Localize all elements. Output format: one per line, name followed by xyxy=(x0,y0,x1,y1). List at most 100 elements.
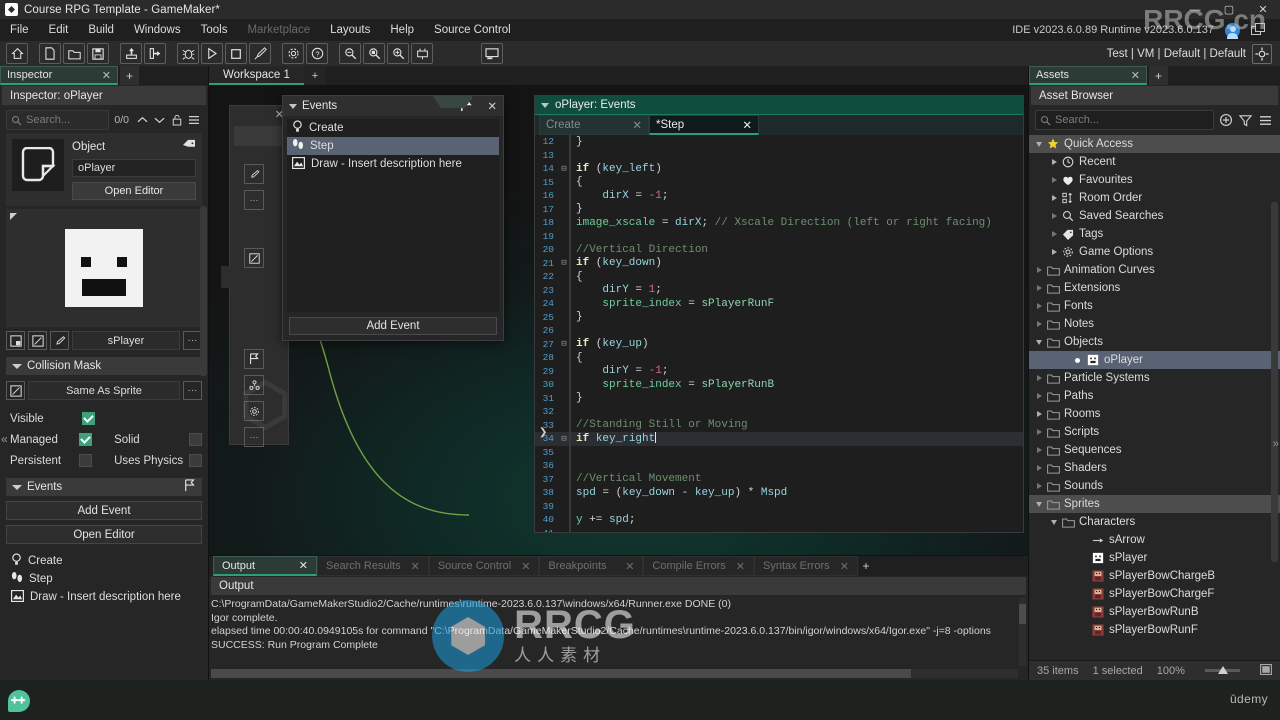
chevron-right-icon[interactable] xyxy=(1033,267,1045,273)
code-line[interactable]: 19 xyxy=(535,229,1023,243)
close-icon[interactable]: ✕ xyxy=(830,560,849,573)
sprite-name-field[interactable]: sPlayer xyxy=(72,331,180,350)
code-line[interactable]: 36 xyxy=(535,459,1023,473)
assets-zoom-knob[interactable] xyxy=(1218,666,1229,674)
asset-tree-item-notes[interactable]: Notes xyxy=(1029,315,1280,333)
chevron-down-icon[interactable] xyxy=(1033,501,1045,507)
output-vertical-scroll-thumb[interactable] xyxy=(1019,604,1026,624)
target-manager-icon[interactable] xyxy=(1252,43,1272,64)
asset-tree-item-paths[interactable]: Paths xyxy=(1029,387,1280,405)
asset-tree-item-recent[interactable]: Recent xyxy=(1029,153,1280,171)
asset-tree-item-objects[interactable]: Objects xyxy=(1029,333,1280,351)
collapse-inspector-icon[interactable]: « xyxy=(1,432,8,446)
output-tab-output[interactable]: Output ✕ xyxy=(213,556,317,576)
chevron-down-icon[interactable] xyxy=(1033,141,1045,147)
code-line[interactable]: 17} xyxy=(535,202,1023,216)
events-section-header[interactable]: Events xyxy=(6,478,202,496)
help-icon[interactable]: ? xyxy=(306,43,328,64)
code-line[interactable]: 28 { xyxy=(535,351,1023,365)
asset-tree-item-extensions[interactable]: Extensions xyxy=(1029,279,1280,297)
close-icon[interactable]: ✕ xyxy=(742,118,752,132)
assets-zoom-slider[interactable] xyxy=(1204,666,1240,674)
inspector-search-input[interactable]: Search... xyxy=(6,110,110,130)
code-line[interactable]: 15 { xyxy=(535,175,1023,189)
asset-tree-item-game-options[interactable]: Game Options xyxy=(1029,243,1280,261)
account-avatar-icon[interactable] xyxy=(1225,23,1240,39)
save-icon[interactable] xyxy=(87,43,109,64)
code-fold-toggle-icon[interactable]: ⊟ xyxy=(559,258,569,268)
gamemaker-taskbar-icon[interactable] xyxy=(8,690,30,712)
tab-create-event[interactable]: Create ✕ xyxy=(539,115,649,135)
close-icon[interactable]: ✕ xyxy=(401,560,420,573)
flag-physics-checkbox[interactable] xyxy=(189,454,202,467)
list-item[interactable]: Draw - Insert description here xyxy=(6,588,202,606)
debug-icon[interactable] xyxy=(177,43,199,64)
collision-mask-header[interactable]: Collision Mask xyxy=(6,357,202,375)
chevron-right-icon[interactable] xyxy=(1033,303,1045,309)
code-line[interactable]: 24 sprite_index = sPlayerRunF xyxy=(535,297,1023,311)
flag-icon[interactable] xyxy=(184,479,196,495)
chevron-right-icon[interactable] xyxy=(1048,195,1060,201)
code-line[interactable]: 13 xyxy=(535,148,1023,162)
code-line[interactable]: 35 xyxy=(535,445,1023,459)
add-asset-icon[interactable] xyxy=(1217,111,1234,129)
asset-tree-item-splayerbowchargef[interactable]: sPlayerBowChargeF xyxy=(1029,585,1280,603)
close-icon[interactable]: ✕ xyxy=(487,99,497,113)
code-line[interactable]: 38 spd = (key_down - key_up) * Mspd xyxy=(535,486,1023,500)
object-name-field[interactable]: oPlayer xyxy=(72,159,196,177)
preferences-gear-icon[interactable] xyxy=(282,43,304,64)
sprite-paint-icon[interactable] xyxy=(50,331,69,350)
add-event-button[interactable]: Add Event xyxy=(289,317,497,335)
tab-inspector[interactable]: Inspector ✕ xyxy=(0,66,118,85)
code-line[interactable]: 22 { xyxy=(535,270,1023,284)
flag-visible-checkbox[interactable] xyxy=(82,412,95,425)
output-horizontal-scroll-thumb[interactable] xyxy=(211,669,911,678)
menu-help[interactable]: Help xyxy=(380,19,424,41)
more-options-button[interactable]: ··· xyxy=(244,190,264,210)
code-line[interactable]: 33//Standing Still or Moving xyxy=(535,418,1023,432)
build-target-text[interactable]: Test | VM | Default | Default xyxy=(1107,48,1246,60)
add-event-button[interactable]: Add Event xyxy=(6,501,202,520)
maximize-button[interactable]: ▢ xyxy=(1212,0,1246,19)
chevron-right-icon[interactable] xyxy=(1048,177,1060,183)
output-tab-search-results[interactable]: Search Results ✕ xyxy=(317,556,429,576)
chevron-down-icon[interactable] xyxy=(1048,519,1060,525)
asset-tree-item-saved-searches[interactable]: Saved Searches xyxy=(1029,207,1280,225)
asset-tree-item-splayer[interactable]: sPlayer xyxy=(1029,549,1280,567)
run-icon[interactable] xyxy=(201,43,223,64)
sprite-paint-icon[interactable] xyxy=(244,164,264,184)
code-fold-toggle-icon[interactable]: ⊟ xyxy=(559,164,569,174)
chevron-right-icon[interactable] xyxy=(1033,285,1045,291)
asset-tree-item-rooms[interactable]: Rooms xyxy=(1029,405,1280,423)
chevron-right-icon[interactable] xyxy=(1048,231,1060,237)
events-window[interactable]: Events ✕ Create Step Draw - Insert descr… xyxy=(282,95,504,341)
code-line[interactable]: 12} xyxy=(535,135,1023,149)
asset-tree-item-oplayer[interactable]: oPlayer xyxy=(1029,351,1280,369)
code-line[interactable]: 37 //Vertical Movement xyxy=(535,472,1023,486)
chevron-right-icon[interactable] xyxy=(1033,483,1045,489)
close-icon[interactable]: ✕ xyxy=(511,560,530,573)
chevron-right-icon[interactable] xyxy=(1033,465,1045,471)
list-item-selected[interactable]: Step xyxy=(287,137,499,155)
close-icon[interactable]: ✕ xyxy=(1131,69,1140,82)
output-tab-compile-errors[interactable]: Compile Errors ✕ xyxy=(643,556,754,576)
chevron-right-icon[interactable] xyxy=(1033,375,1045,381)
code-line[interactable]: 14 ⊟ if (key_left) xyxy=(535,162,1023,176)
list-item[interactable]: Create xyxy=(287,119,499,137)
chevron-right-icon[interactable] xyxy=(1048,249,1060,255)
chevron-right-icon[interactable] xyxy=(1033,447,1045,453)
code-line[interactable]: 16 dirX = -1; xyxy=(535,189,1023,203)
open-editor-button[interactable]: Open Editor xyxy=(72,182,196,200)
menu-icon[interactable] xyxy=(1257,111,1274,129)
list-item[interactable]: Create xyxy=(6,552,202,570)
code-line[interactable]: 41 xyxy=(535,526,1023,532)
home-icon[interactable] xyxy=(6,43,28,64)
code-line[interactable]: 29 dirY = -1; xyxy=(535,364,1023,378)
breakpoint-marker-icon[interactable]: ❯ xyxy=(539,427,547,438)
menu-tools[interactable]: Tools xyxy=(191,19,238,41)
code-line[interactable]: 25} xyxy=(535,310,1023,324)
close-icon[interactable]: ✕ xyxy=(102,69,111,82)
chevron-right-icon[interactable] xyxy=(1033,411,1045,417)
menu-source-control[interactable]: Source Control xyxy=(424,19,521,41)
new-file-icon[interactable] xyxy=(39,43,61,64)
